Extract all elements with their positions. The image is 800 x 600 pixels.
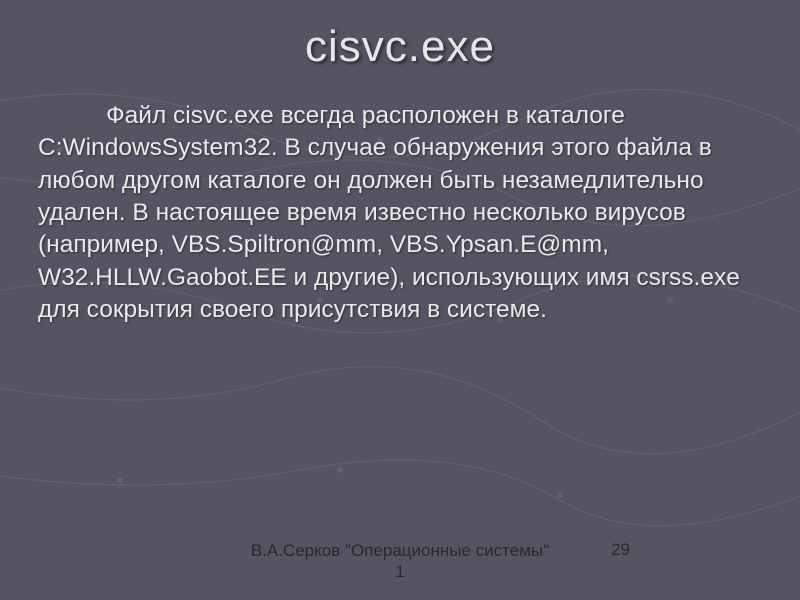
slide-body: Файл cisvc.exe всегда расположен в катал…: [0, 82, 800, 326]
slide-title: cisvc.exe: [0, 0, 800, 82]
body-text-content: Файл cisvc.exe всегда расположен в катал…: [38, 102, 740, 323]
footer-author: В.А.Серков "Операционные системы" 1: [250, 540, 550, 583]
slide-number: 29: [611, 540, 630, 560]
slide-footer: В.А.Серков "Операционные системы" 1 29: [0, 540, 800, 583]
slide: cisvc.exe Файл cisvc.exe всегда располож…: [0, 0, 800, 600]
